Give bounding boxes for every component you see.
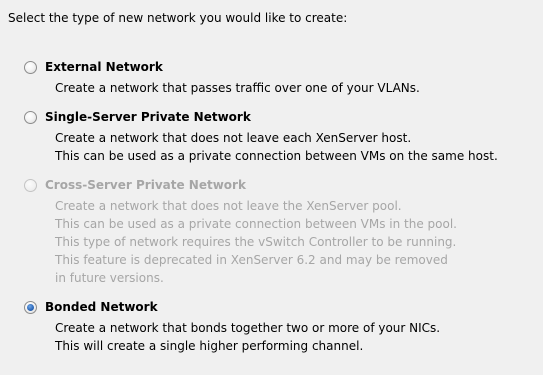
description-line: Create a network that does not leave eac… [55, 131, 412, 145]
external-network-radio-icon[interactable] [24, 60, 37, 74]
page-heading: Select the type of new network you would… [8, 11, 348, 25]
single-server-description: Create a network that does not leave eac… [55, 129, 498, 165]
option-bonded-network: Bonded Network Create a network that bon… [24, 298, 440, 355]
cross-server-label: Cross-Server Private Network [45, 178, 246, 192]
description-line: Create a network that passes traffic ove… [55, 81, 420, 95]
bonded-network-radio-row[interactable]: Bonded Network [24, 298, 440, 316]
description-line: This feature is deprecated in XenServer … [55, 253, 448, 267]
description-line: in future versions. [55, 271, 164, 285]
single-server-radio-row[interactable]: Single-Server Private Network [24, 108, 498, 126]
option-cross-server-private-network: Cross-Server Private Network Create a ne… [24, 176, 457, 287]
external-network-radio-row[interactable]: External Network [24, 58, 420, 76]
description-line: This will create a single higher perform… [55, 339, 364, 353]
option-external-network: External Network Create a network that p… [24, 58, 420, 97]
description-line: Create a network that does not leave the… [55, 199, 402, 213]
cross-server-description: Create a network that does not leave the… [55, 197, 457, 287]
single-server-radio-icon[interactable] [24, 110, 37, 124]
external-network-label[interactable]: External Network [45, 60, 163, 74]
description-line: Create a network that bonds together two… [55, 321, 441, 335]
bonded-network-radio-icon[interactable] [24, 300, 37, 314]
cross-server-radio-row: Cross-Server Private Network [24, 176, 457, 194]
bonded-network-label[interactable]: Bonded Network [45, 300, 158, 314]
description-line: This can be used as a private connection… [55, 217, 457, 231]
single-server-label[interactable]: Single-Server Private Network [45, 110, 251, 124]
external-network-description: Create a network that passes traffic ove… [55, 79, 420, 97]
description-line: This can be used as a private connection… [55, 149, 498, 163]
cross-server-radio-icon [24, 178, 37, 192]
option-single-server-private-network: Single-Server Private Network Create a n… [24, 108, 498, 165]
bonded-network-description: Create a network that bonds together two… [55, 319, 440, 355]
description-line: This type of network requires the vSwitc… [55, 235, 457, 249]
